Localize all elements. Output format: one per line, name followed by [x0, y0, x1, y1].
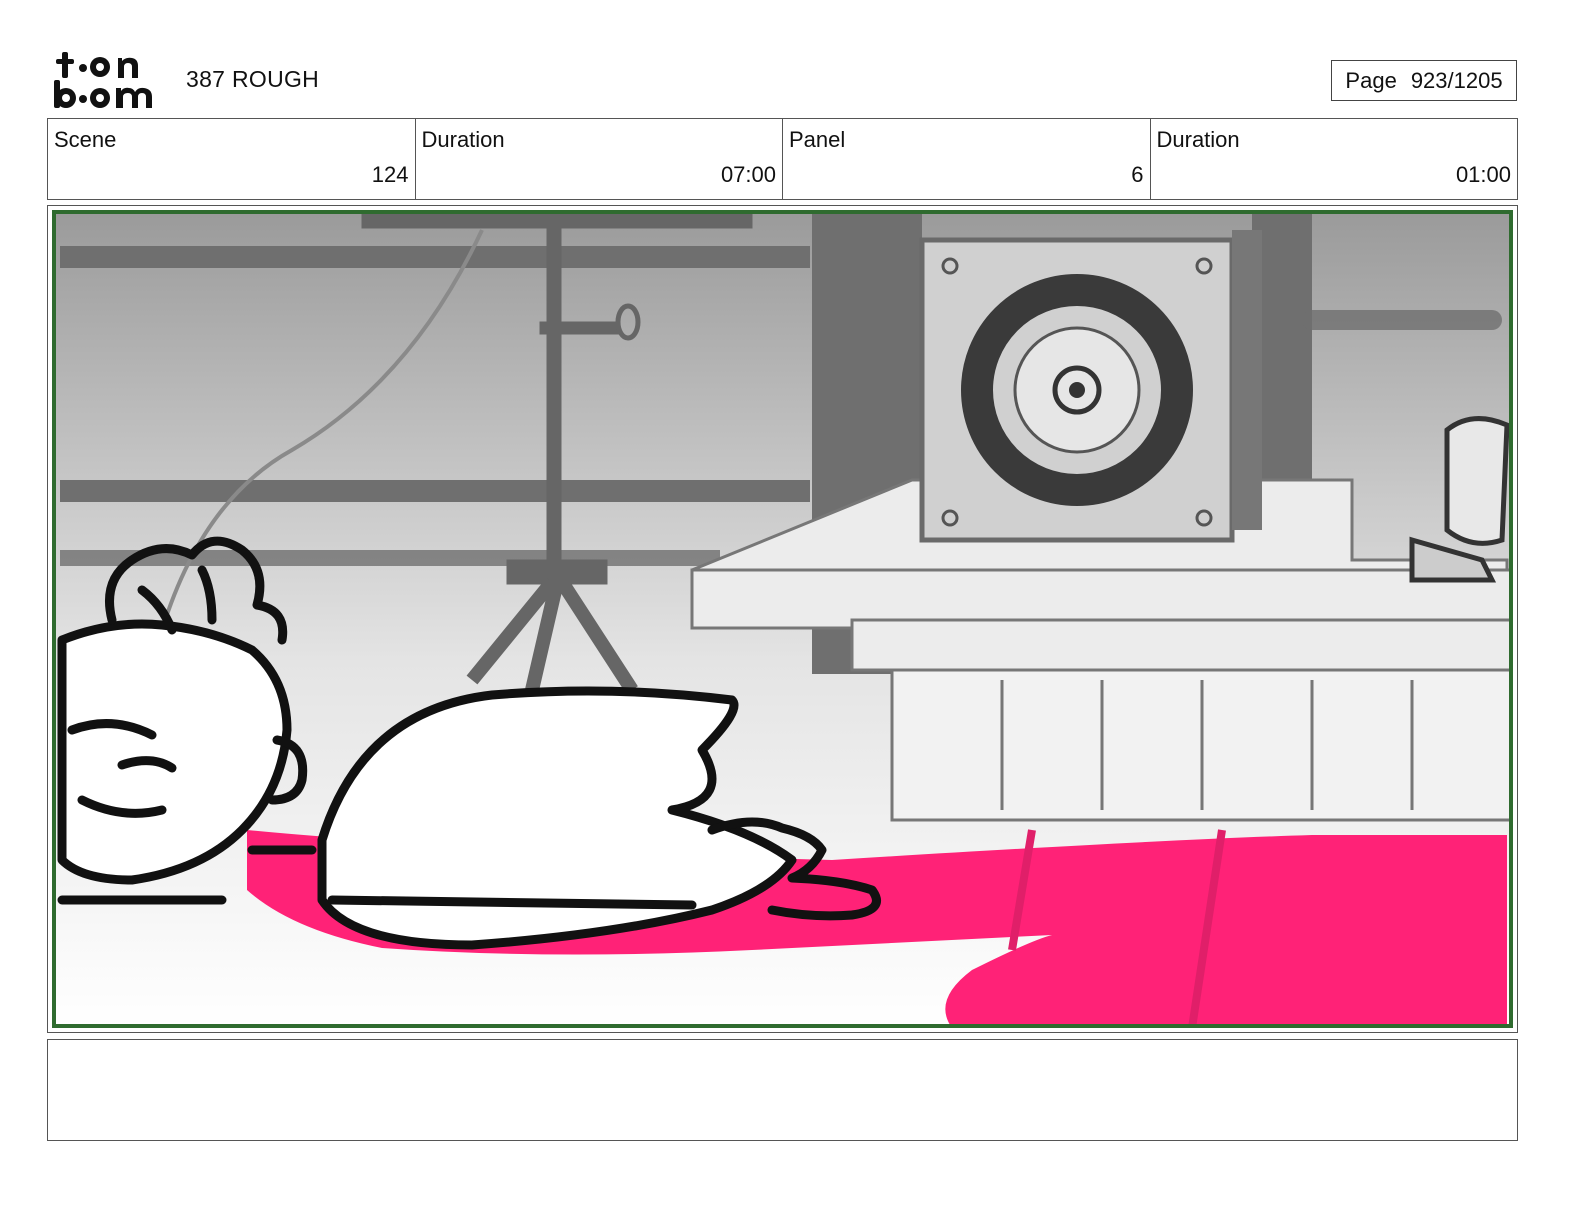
- scene-duration-value: 07:00: [720, 162, 776, 187]
- page-value: 923/1205: [1410, 67, 1503, 93]
- panel-duration-value: 01:00: [1455, 162, 1511, 187]
- scene-value: 124: [371, 162, 409, 187]
- panel-duration-cell: Duration 01:00: [1151, 119, 1518, 199]
- scene-label: Scene: [54, 127, 117, 152]
- storyboard-panel-image: [52, 210, 1513, 1028]
- scene-duration-label: Duration: [421, 127, 505, 152]
- panel-cell: Panel 6: [783, 119, 1151, 199]
- scene-cell: Scene 124: [48, 119, 416, 199]
- document-title: 387 ROUGH: [186, 66, 320, 92]
- panel-label: Panel: [789, 127, 846, 152]
- scene-info-bar: Scene 124 Duration 07:00 Panel 6 Duratio…: [47, 118, 1518, 200]
- panel-notes-box: [47, 1039, 1518, 1141]
- panel-value: 6: [1131, 162, 1144, 187]
- page-label: Page: [1345, 67, 1397, 93]
- toon-boom-logo: [54, 52, 152, 108]
- panel-duration-label: Duration: [1156, 127, 1240, 152]
- scene-duration-cell: Duration 07:00: [416, 119, 783, 199]
- speaker-box: [919, 230, 1262, 543]
- page-indicator: Page 923/1205: [1331, 60, 1517, 101]
